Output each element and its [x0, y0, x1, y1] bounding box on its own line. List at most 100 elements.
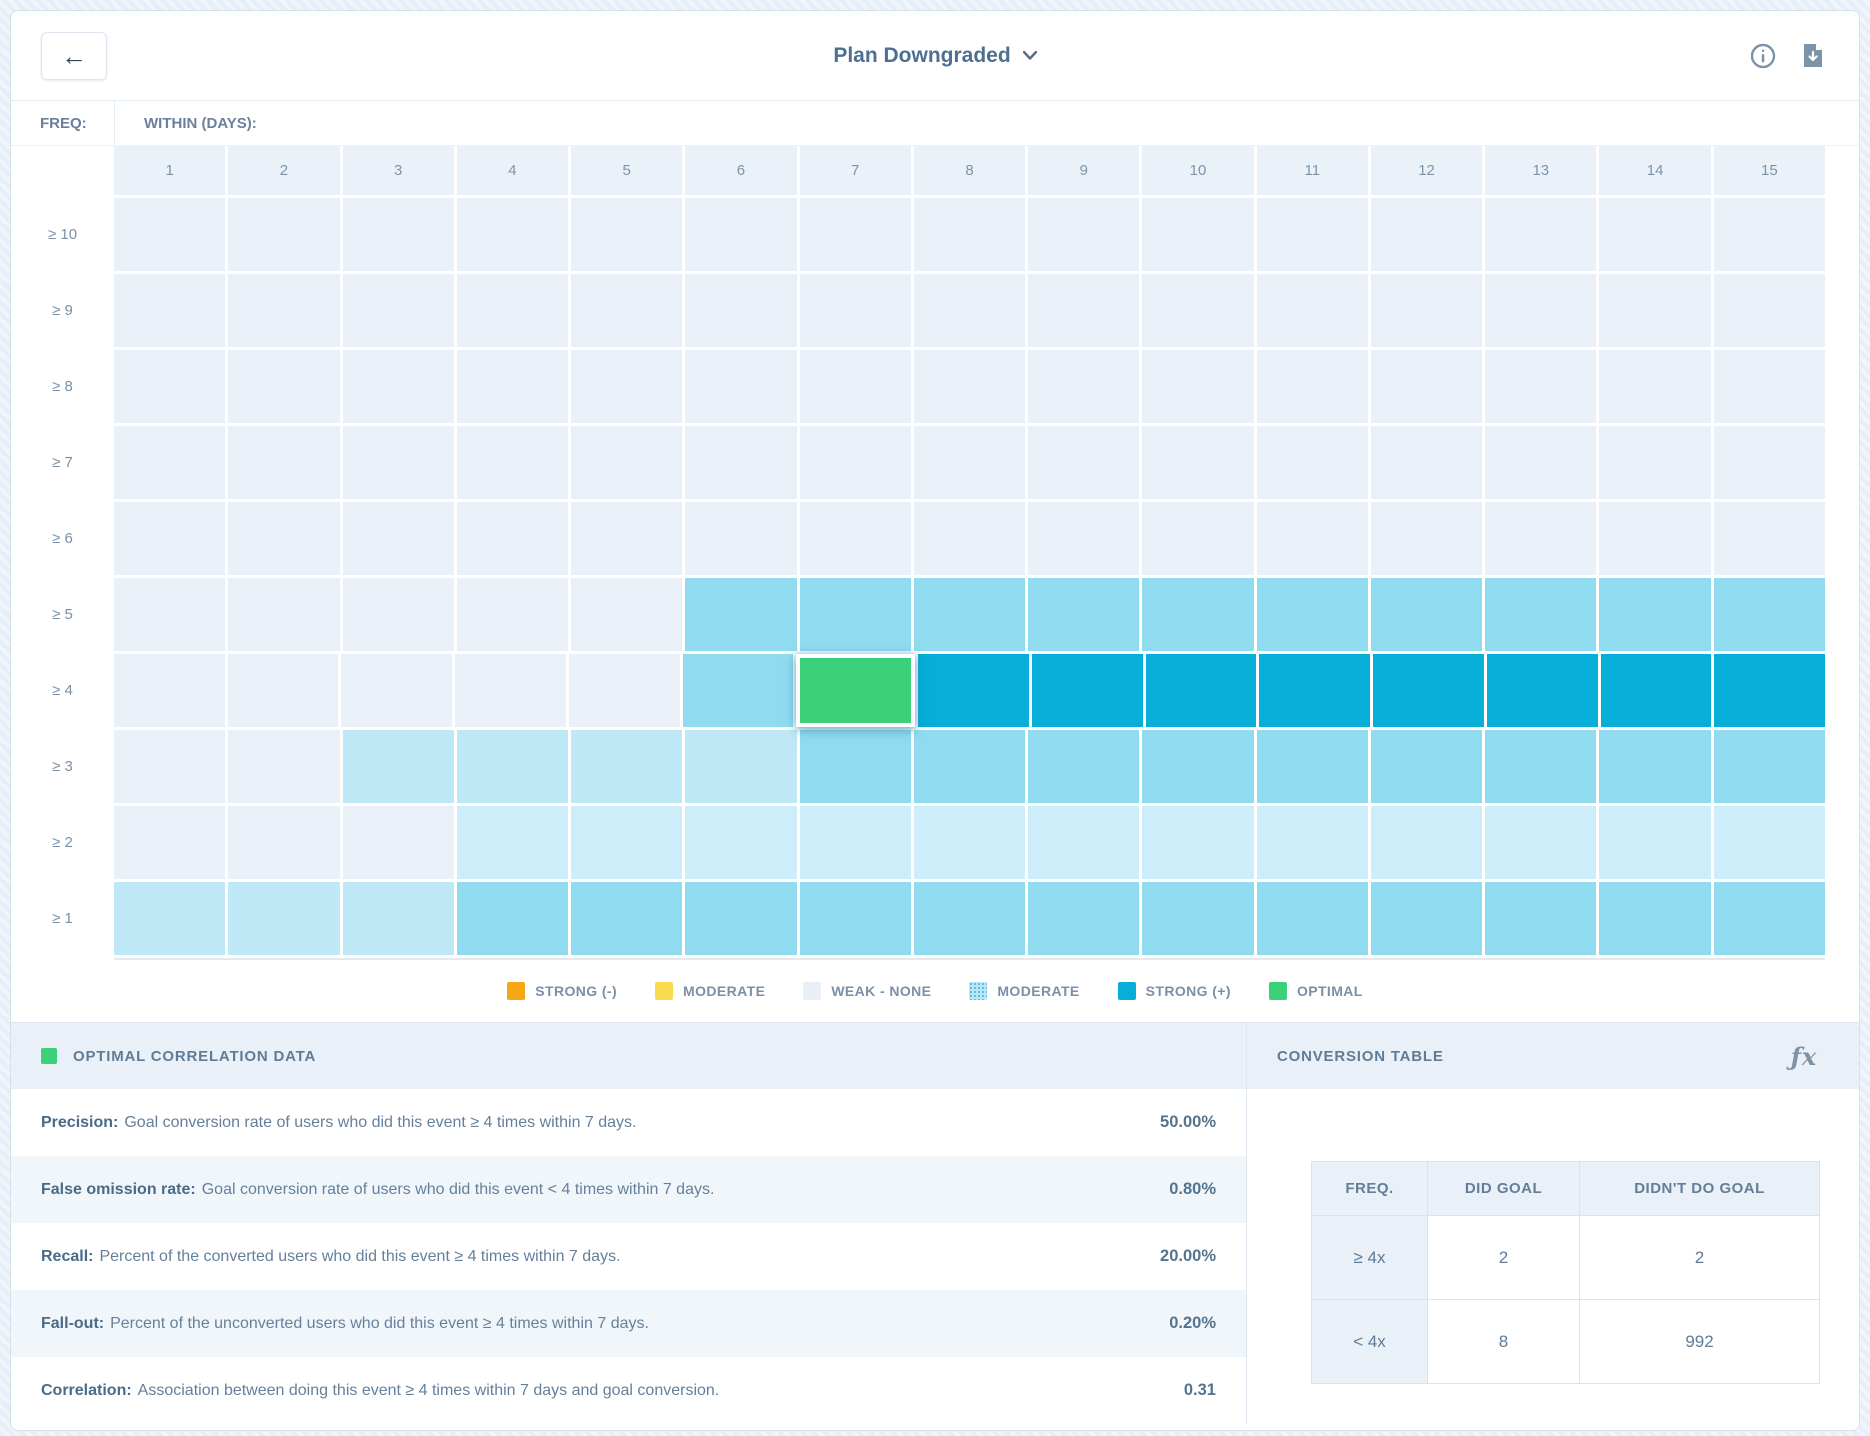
heatmap-cell[interactable] [1142, 730, 1253, 803]
heatmap-cell[interactable] [457, 502, 568, 575]
heatmap-cell[interactable] [800, 274, 911, 347]
heatmap-cell[interactable] [114, 730, 225, 803]
heatmap-cell[interactable] [685, 578, 796, 651]
heatmap-cell[interactable] [457, 350, 568, 423]
heatmap-cell[interactable] [1714, 274, 1825, 347]
heatmap-cell[interactable] [914, 730, 1025, 803]
heatmap-cell[interactable] [1714, 730, 1825, 803]
heatmap-cell[interactable] [1485, 502, 1596, 575]
heatmap-cell[interactable] [685, 882, 796, 955]
heatmap-cell[interactable] [1371, 730, 1482, 803]
heatmap-cell[interactable] [571, 806, 682, 879]
heatmap-cell[interactable] [800, 806, 911, 879]
heatmap-cell[interactable] [1259, 654, 1370, 727]
heatmap-cell[interactable] [914, 274, 1025, 347]
heatmap-cell[interactable] [1599, 426, 1710, 499]
heatmap-cell[interactable] [228, 806, 339, 879]
heatmap-cell[interactable] [1714, 198, 1825, 271]
heatmap-cell[interactable] [569, 654, 680, 727]
heatmap-cell[interactable] [114, 578, 225, 651]
heatmap-cell[interactable] [914, 350, 1025, 423]
heatmap-cell[interactable] [457, 426, 568, 499]
heatmap-cell[interactable] [1371, 350, 1482, 423]
heatmap-cell[interactable] [1028, 502, 1139, 575]
heatmap-cell[interactable] [685, 274, 796, 347]
heatmap-cell[interactable] [1142, 502, 1253, 575]
download-button[interactable] [1799, 42, 1827, 70]
heatmap-cell[interactable] [1142, 274, 1253, 347]
heatmap-cell[interactable] [455, 654, 566, 727]
heatmap-cell[interactable] [1028, 578, 1139, 651]
heatmap-cell[interactable] [918, 654, 1029, 727]
heatmap-cell[interactable] [114, 654, 225, 727]
heatmap-cell[interactable] [571, 882, 682, 955]
heatmap-cell[interactable] [341, 654, 452, 727]
heatmap-cell[interactable] [457, 198, 568, 271]
heatmap-cell[interactable] [914, 198, 1025, 271]
optimal-cell[interactable] [796, 654, 915, 727]
heatmap-cell[interactable] [114, 350, 225, 423]
heatmap-cell[interactable] [914, 806, 1025, 879]
heatmap-cell[interactable] [1601, 654, 1712, 727]
heatmap-cell[interactable] [1599, 502, 1710, 575]
heatmap-cell[interactable] [571, 502, 682, 575]
heatmap-cell[interactable] [571, 578, 682, 651]
heatmap-cell[interactable] [914, 502, 1025, 575]
heatmap-cell[interactable] [343, 806, 454, 879]
heatmap-cell[interactable] [1142, 426, 1253, 499]
heatmap-cell[interactable] [800, 502, 911, 575]
heatmap-cell[interactable] [1485, 730, 1596, 803]
heatmap-cell[interactable] [228, 578, 339, 651]
heatmap-cell[interactable] [683, 654, 794, 727]
heatmap-cell[interactable] [1257, 350, 1368, 423]
heatmap-cell[interactable] [114, 806, 225, 879]
heatmap-cell[interactable] [114, 426, 225, 499]
heatmap-cell[interactable] [228, 426, 339, 499]
heatmap-cell[interactable] [1257, 502, 1368, 575]
heatmap-cell[interactable] [228, 882, 339, 955]
heatmap-cell[interactable] [685, 350, 796, 423]
heatmap-cell[interactable] [571, 730, 682, 803]
heatmap-cell[interactable] [114, 198, 225, 271]
heatmap-cell[interactable] [571, 426, 682, 499]
heatmap-cell[interactable] [685, 198, 796, 271]
heatmap-cell[interactable] [1028, 730, 1139, 803]
heatmap-cell[interactable] [1371, 198, 1482, 271]
formula-fx-icon[interactable]: ƒx [1791, 1042, 1829, 1071]
heatmap-cell[interactable] [1371, 578, 1482, 651]
heatmap-cell[interactable] [914, 882, 1025, 955]
heatmap-cell[interactable] [571, 350, 682, 423]
heatmap-cell[interactable] [1257, 426, 1368, 499]
heatmap-cell[interactable] [1599, 806, 1710, 879]
heatmap-cell[interactable] [343, 198, 454, 271]
heatmap-cell[interactable] [1142, 806, 1253, 879]
heatmap-cell[interactable] [1485, 882, 1596, 955]
heatmap-cell[interactable] [1028, 426, 1139, 499]
heatmap-cell[interactable] [800, 426, 911, 499]
heatmap-cell[interactable] [1485, 806, 1596, 879]
heatmap-cell[interactable] [1257, 198, 1368, 271]
heatmap-cell[interactable] [1028, 882, 1139, 955]
heatmap-cell[interactable] [1371, 806, 1482, 879]
heatmap-cell[interactable] [1485, 274, 1596, 347]
heatmap-cell[interactable] [1714, 806, 1825, 879]
heatmap-cell[interactable] [457, 882, 568, 955]
heatmap-cell[interactable] [685, 730, 796, 803]
heatmap-cell[interactable] [1257, 806, 1368, 879]
heatmap-cell[interactable] [800, 730, 911, 803]
heatmap-cell[interactable] [1142, 882, 1253, 955]
info-button[interactable] [1749, 42, 1777, 70]
heatmap-cell[interactable] [1028, 350, 1139, 423]
heatmap-cell[interactable] [1487, 654, 1598, 727]
heatmap-cell[interactable] [114, 502, 225, 575]
heatmap-cell[interactable] [1714, 426, 1825, 499]
heatmap-cell[interactable] [1714, 654, 1825, 727]
heatmap-cell[interactable] [343, 274, 454, 347]
back-button[interactable]: ← [41, 32, 107, 80]
heatmap-cell[interactable] [914, 426, 1025, 499]
heatmap-cell[interactable] [800, 578, 911, 651]
heatmap-cell[interactable] [1714, 578, 1825, 651]
heatmap-cell[interactable] [1028, 806, 1139, 879]
heatmap-cell[interactable] [1257, 882, 1368, 955]
heatmap-cell[interactable] [1371, 426, 1482, 499]
